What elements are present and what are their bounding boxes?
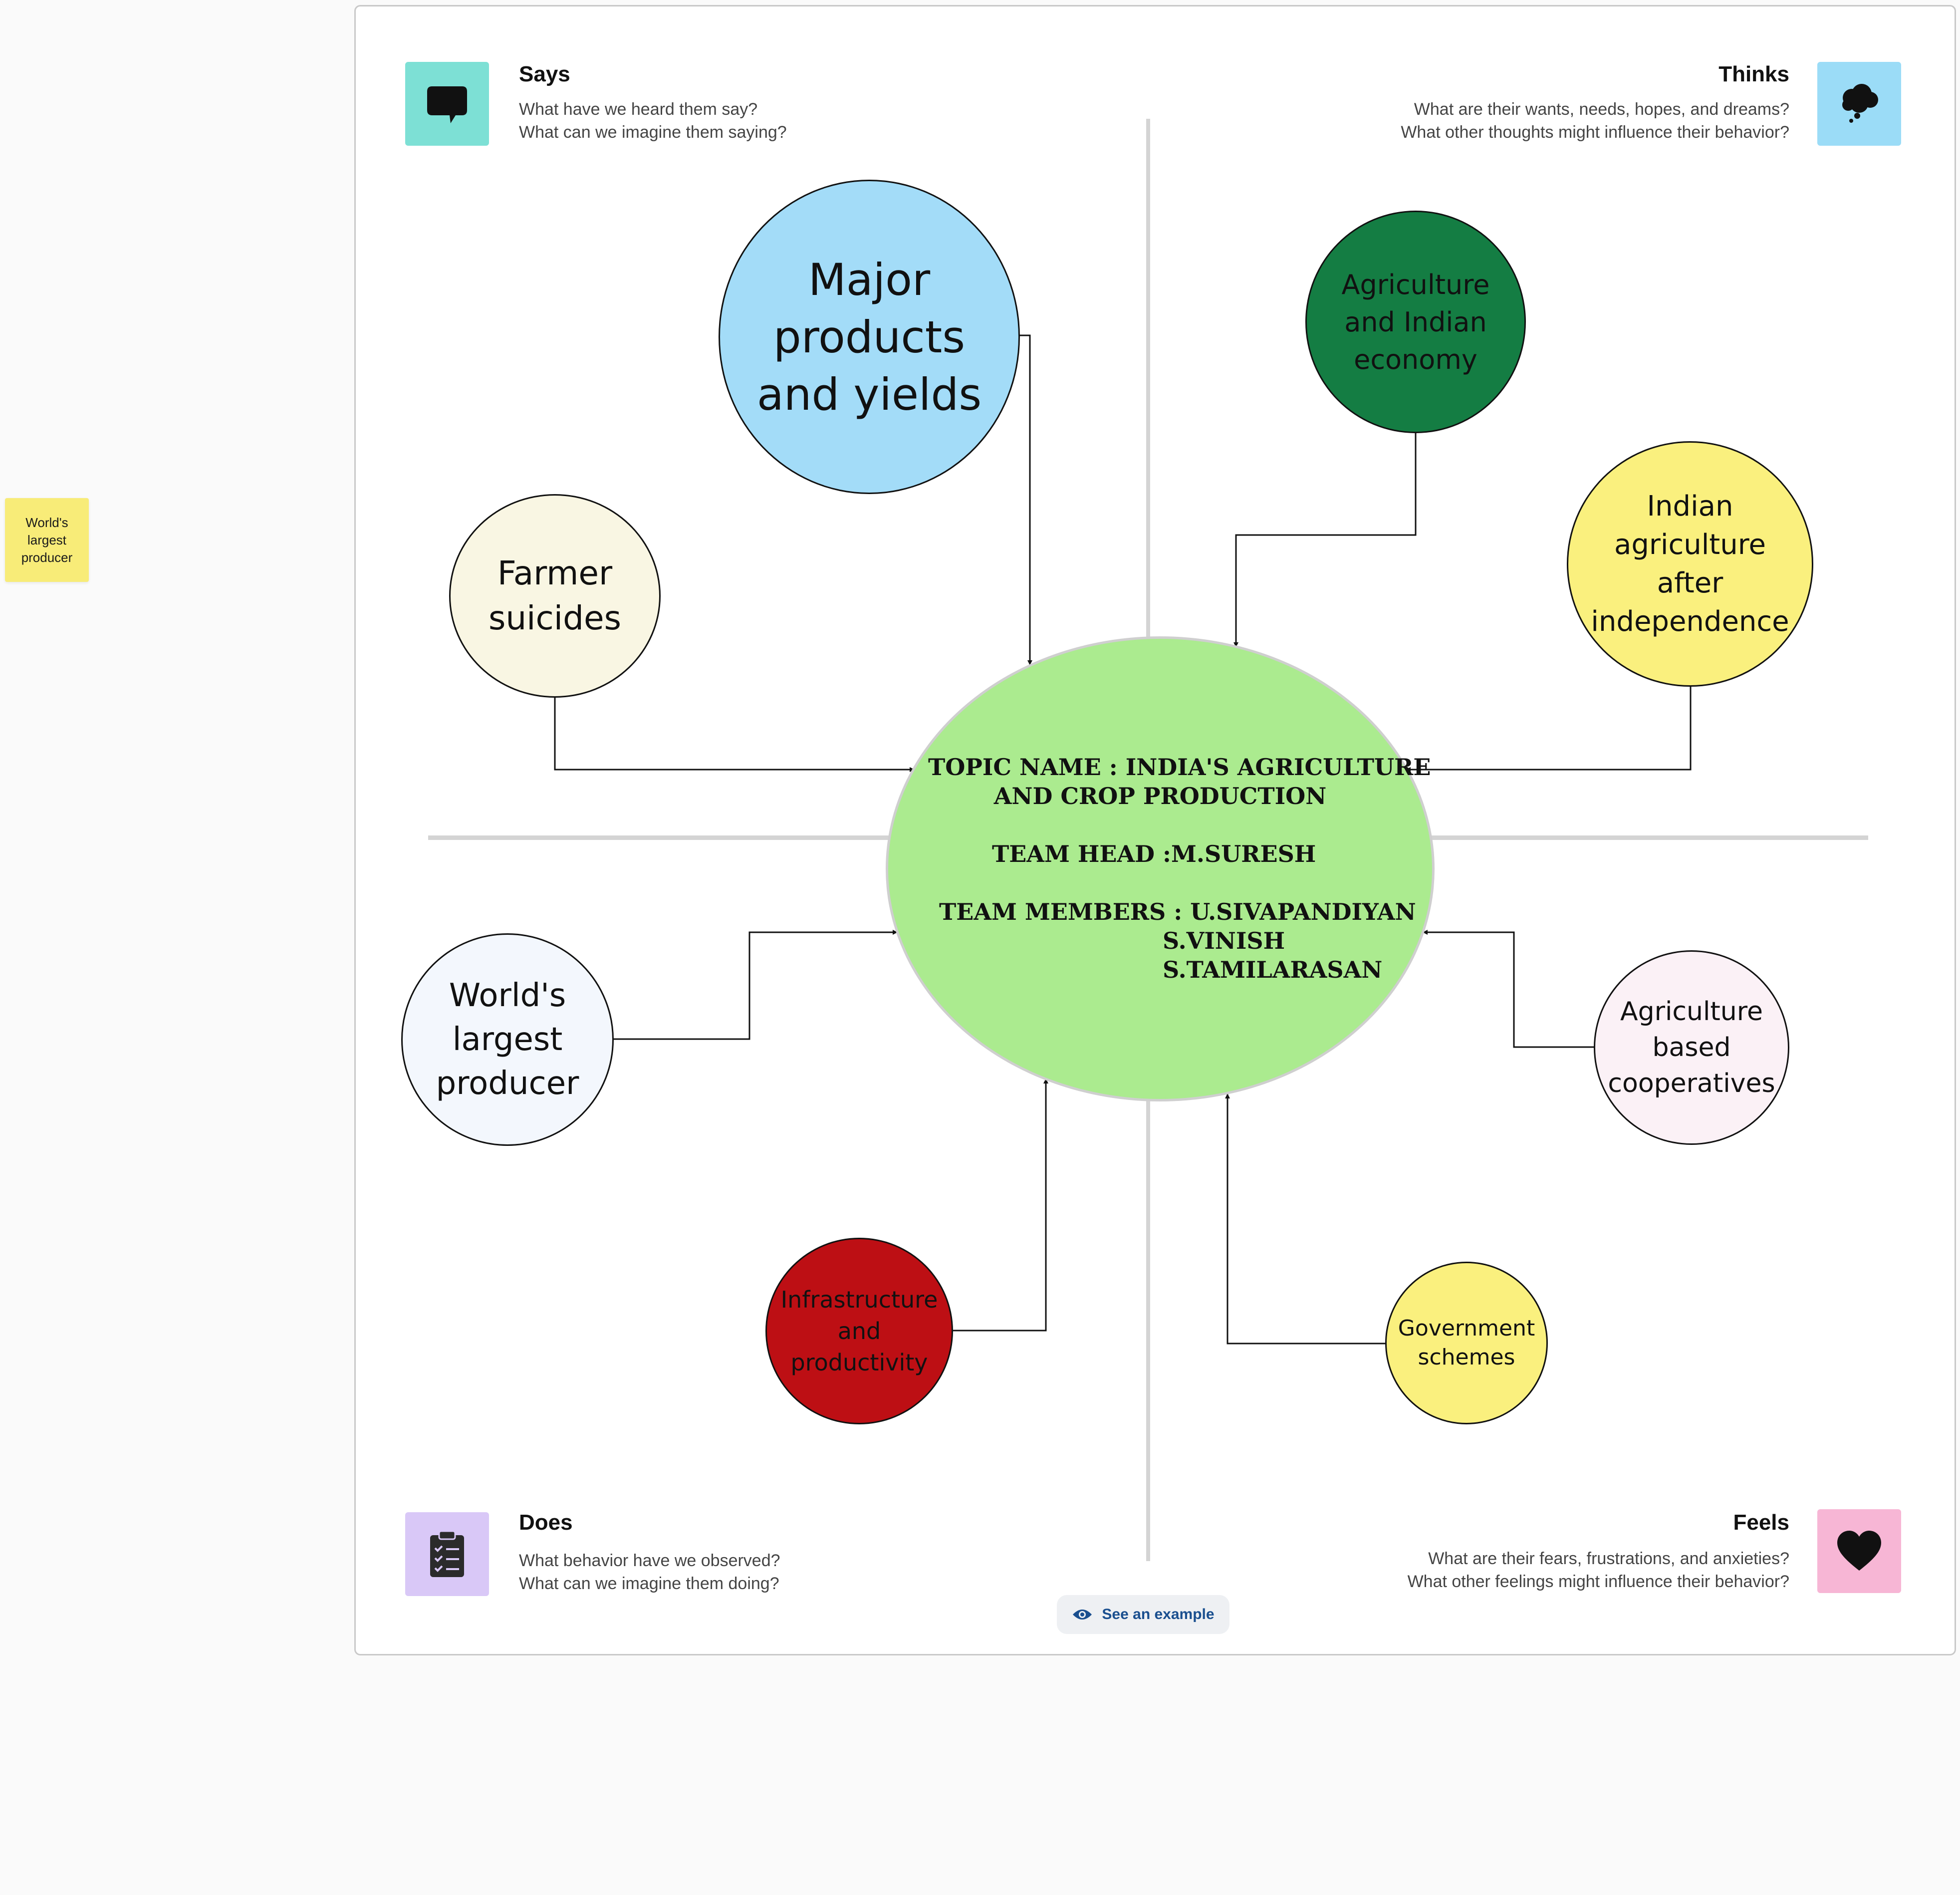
connector-infrastructure (953, 1079, 1048, 1332)
node-agri-cooperatives[interactable]: Agriculture based cooperatives (1594, 950, 1789, 1145)
node-agri-economy[interactable]: Agriculture and Indian economy (1305, 211, 1526, 433)
central-team-member: S.TAMILARASAN (1163, 956, 1383, 983)
connector-agri-economy (1233, 432, 1417, 647)
see-example-button[interactable]: See an example (1057, 1595, 1229, 1634)
node-govt-schemes[interactable]: Government schemes (1385, 1262, 1548, 1424)
eye-icon (1073, 1610, 1092, 1620)
central-team-member: S.VINISH (1163, 927, 1285, 954)
connector-farmer-suicides (554, 698, 915, 772)
connector-major-products (1019, 334, 1032, 665)
node-agri-after-independence[interactable]: Indian agriculture after independence (1567, 441, 1813, 687)
connector-agri-after-independence (1406, 686, 1692, 772)
node-major-products[interactable]: Major products and yields (719, 180, 1020, 494)
connector-govt-schemes (1225, 1093, 1386, 1345)
node-farmer-suicides[interactable]: Farmer suicides (449, 494, 661, 698)
central-team-members: TEAM MEMBERS : U.SIVAPANDIYAN (939, 898, 1416, 925)
central-topic-title: TOPIC NAME : INDIA'S AGRICULTURE AND CRO… (928, 754, 1431, 810)
central-topic-ellipse[interactable] (886, 636, 1435, 1101)
connector-worlds-largest (613, 930, 898, 1040)
node-infrastructure[interactable]: Infrastructure and productivity (765, 1238, 953, 1424)
central-team-head: TEAM HEAD :M.SURESH (992, 840, 1316, 867)
node-worlds-largest-producer[interactable]: World's largest producer (401, 933, 614, 1146)
connector-agri-cooperatives (1423, 930, 1595, 1048)
